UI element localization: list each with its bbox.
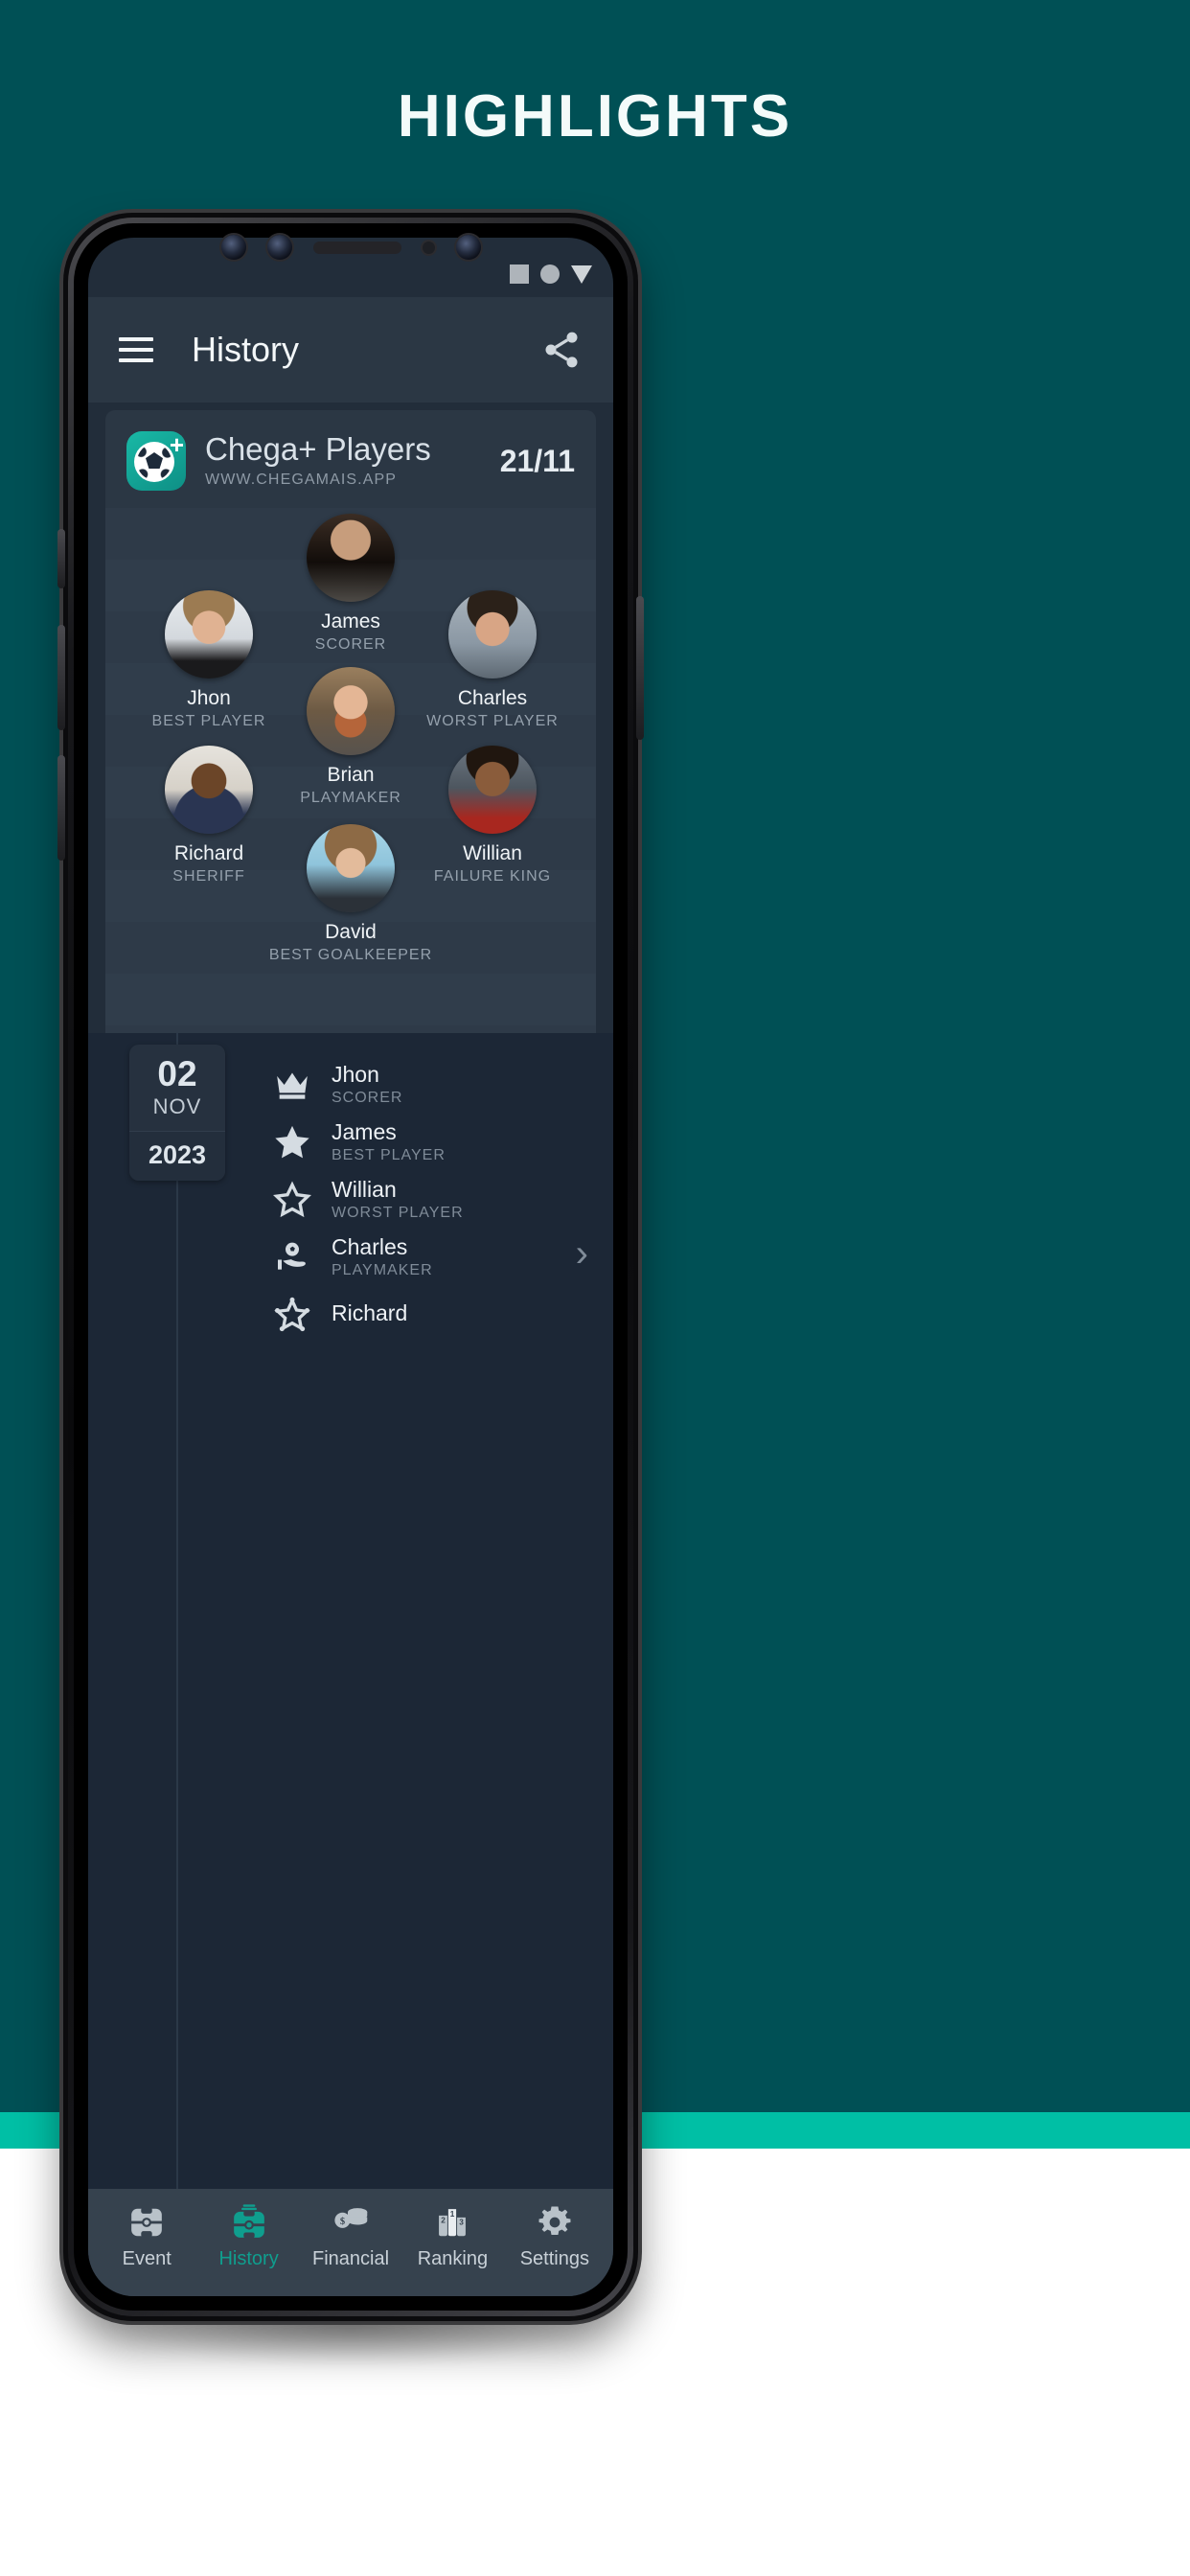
timeline-date-month: NOV <box>152 1094 202 1118</box>
status-bar <box>510 264 592 284</box>
player-role: BEST GOALKEEPER <box>268 947 433 963</box>
nav-label: Ranking <box>417 2247 489 2269</box>
star-outline-icon <box>270 1178 314 1222</box>
card-title: Chega+ Players <box>205 431 431 468</box>
gear-icon <box>504 2202 606 2242</box>
nav-label: Financial <box>311 2247 390 2269</box>
phone-screen: History + Chega+ Players WWW.CHEGAMAIS.A… <box>88 238 613 2296</box>
svg-text:$: $ <box>340 2217 345 2227</box>
history-field-icon <box>197 2202 299 2242</box>
list-item-name: James <box>332 1119 397 1145</box>
avatar <box>307 824 395 912</box>
app-bar: History <box>88 297 613 402</box>
list-item-role: BEST PLAYER <box>332 1146 446 1163</box>
player-name: David <box>325 921 377 943</box>
nav-item-financial[interactable]: $ Financial <box>300 2202 401 2270</box>
timeline-date-year: 2023 <box>129 1131 225 1181</box>
nav-label: History <box>218 2247 279 2269</box>
coins-icon: $ <box>300 2202 401 2242</box>
list-item[interactable]: Jhon SCORER <box>270 1056 613 1114</box>
timeline-items: Jhon SCORER James BEST PLAYER Willian WO… <box>270 1056 613 1344</box>
card-date: 21/11 <box>499 443 575 478</box>
list-item[interactable]: Richard <box>270 1286 613 1344</box>
card-title-group: Chega+ Players WWW.CHEGAMAIS.APP <box>205 433 431 489</box>
history-timeline: 02 NOV 2023 Jhon SCORER James BEST PLAYE… <box>88 1033 613 2191</box>
star-filled-icon <box>270 1120 314 1164</box>
list-item-role: PLAYMAKER <box>332 1261 433 1278</box>
phone-button-left-1 <box>57 529 65 588</box>
list-item[interactable]: Charles PLAYMAKER <box>270 1229 613 1286</box>
hamburger-menu-icon[interactable] <box>119 337 153 362</box>
share-icon[interactable] <box>540 329 583 371</box>
page-title: HIGHLIGHTS <box>397 83 793 150</box>
list-item-role: SCORER <box>332 1089 403 1106</box>
avatar <box>165 746 253 834</box>
list-item[interactable]: Willian WORST PLAYER <box>270 1171 613 1229</box>
nav-label: Event <box>122 2247 172 2269</box>
circle-icon <box>540 264 560 284</box>
timeline-rail <box>176 1033 178 2191</box>
nav-item-history[interactable]: History <box>197 2202 299 2270</box>
avatar <box>448 746 537 834</box>
phone-button-right-1 <box>636 596 644 740</box>
svg-text:1: 1 <box>450 2209 455 2218</box>
avatar <box>448 590 537 678</box>
podium-icon: 2 1 3 <box>401 2202 503 2242</box>
chevron-right-icon[interactable]: › <box>576 1232 588 1276</box>
square-icon <box>510 264 529 284</box>
field-icon <box>96 2202 197 2242</box>
nav-item-event[interactable]: Event <box>96 2202 197 2270</box>
hand-ball-icon <box>270 1235 314 1279</box>
svg-text:3: 3 <box>460 2218 465 2226</box>
card-header: + Chega+ Players WWW.CHEGAMAIS.APP 21/11 <box>105 410 596 508</box>
list-item-text: Charles PLAYMAKER <box>332 1235 433 1278</box>
player-card[interactable]: David BEST GOALKEEPER <box>264 824 437 964</box>
list-item-name: Jhon <box>332 1062 379 1088</box>
list-item-name: Willian <box>332 1177 397 1203</box>
list-item-text: Jhon SCORER <box>332 1063 402 1106</box>
avatar <box>165 590 253 678</box>
list-item-name: Richard <box>332 1300 408 1326</box>
list-item-text: James BEST PLAYER <box>332 1120 446 1163</box>
triangle-down-icon <box>571 264 592 284</box>
list-item-name: Charles <box>332 1234 408 1260</box>
sheriff-star-icon <box>270 1293 314 1337</box>
list-item-role: WORST PLAYER <box>332 1204 464 1221</box>
list-item-text: Richard <box>332 1301 407 1327</box>
nav-item-settings[interactable]: Settings <box>504 2202 606 2270</box>
svg-text:2: 2 <box>442 2216 446 2224</box>
crown-icon <box>270 1063 314 1107</box>
players-field: James SCORER Jhon BEST PLAYER Charles WO… <box>105 508 596 1102</box>
card-subtitle: WWW.CHEGAMAIS.APP <box>205 471 398 488</box>
highlights-card[interactable]: + Chega+ Players WWW.CHEGAMAIS.APP 21/11… <box>105 410 596 1102</box>
list-item-text: Willian WORST PLAYER <box>332 1178 464 1221</box>
timeline-date-chip: 02 NOV 2023 <box>129 1045 225 1181</box>
nav-item-ranking[interactable]: 2 1 3 Ranking <box>401 2202 503 2270</box>
phone-mockup: History + Chega+ Players WWW.CHEGAMAIS.A… <box>57 213 644 2321</box>
soccer-ball-plus-app-icon: + <box>126 431 186 491</box>
avatar <box>307 514 395 602</box>
avatar <box>307 667 395 755</box>
bottom-navigation: Event History $ Financial 2 1 3 Ranking … <box>88 2189 613 2296</box>
app-bar-title: History <box>192 330 300 369</box>
phone-button-left-2 <box>57 625 65 730</box>
nav-label: Settings <box>519 2247 589 2269</box>
timeline-date-day: 02 <box>157 1054 197 1093</box>
phone-button-left-3 <box>57 755 65 861</box>
list-item[interactable]: James BEST PLAYER <box>270 1114 613 1171</box>
